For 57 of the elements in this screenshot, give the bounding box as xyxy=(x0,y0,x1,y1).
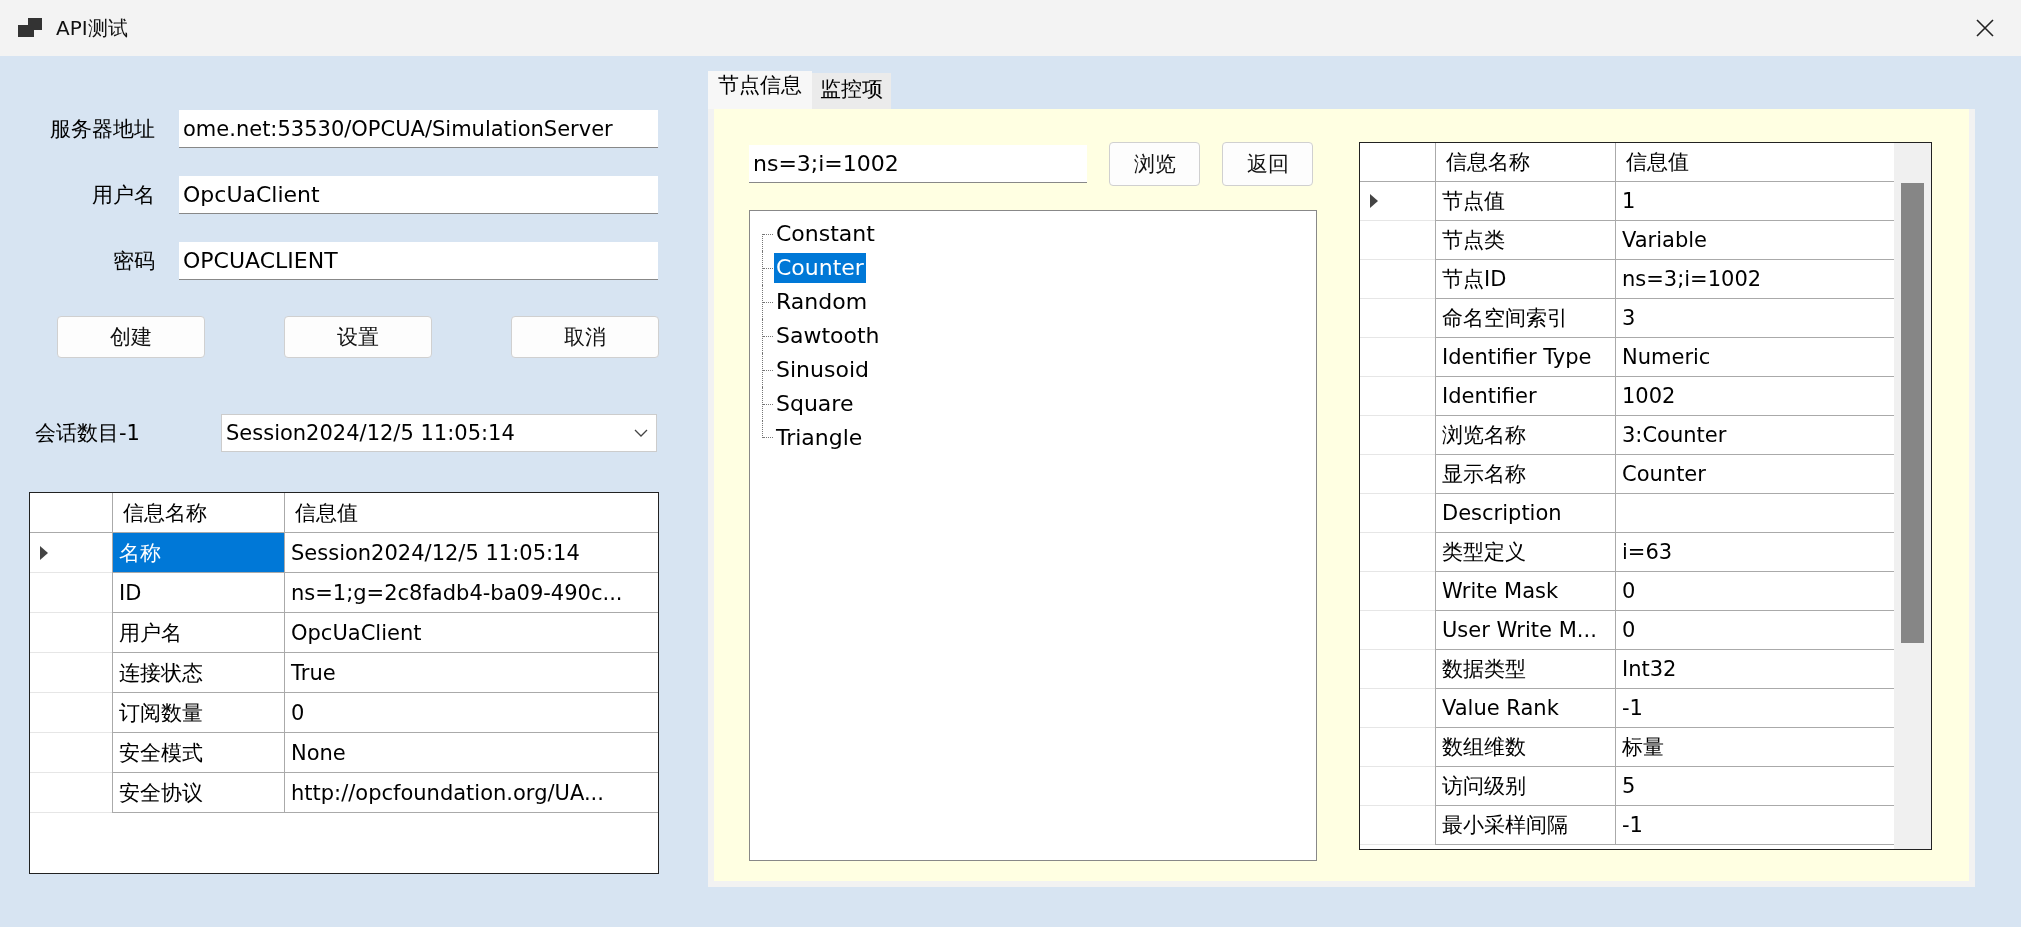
table-cell: ID xyxy=(112,573,284,613)
tab[interactable]: 监控项 xyxy=(812,73,891,109)
tree-item[interactable]: Random xyxy=(774,287,870,317)
table-cell: ns=1;g=2c8fadb4-ba09-490c... xyxy=(284,573,658,613)
action-button[interactable]: 返回 xyxy=(1222,142,1313,186)
table-cell: Identifier Type xyxy=(1435,338,1615,377)
table-cell: OpcUaClient xyxy=(284,613,658,653)
window-title: API测试 xyxy=(56,14,128,42)
table-cell: 安全模式 xyxy=(112,733,284,773)
table-cell: 数据类型 xyxy=(1435,650,1615,689)
action-button[interactable]: 浏览 xyxy=(1109,142,1200,186)
table-cell: 0 xyxy=(284,693,658,733)
table-cell: 节点类 xyxy=(1435,221,1615,260)
table-cell: Identifier xyxy=(1435,377,1615,416)
table-cell: 节点值 xyxy=(1435,182,1615,221)
table-cell: Session2024/12/5 11:05:14 xyxy=(284,533,658,573)
tab[interactable]: 节点信息 xyxy=(708,71,812,109)
column-header[interactable]: 信息值 xyxy=(284,493,658,533)
text-field[interactable]: ome.net:53530/OPCUA/SimulationServer xyxy=(179,110,658,148)
table-cell: True xyxy=(284,653,658,693)
session-dropdown[interactable]: Session2024/12/5 11:05:14 xyxy=(221,414,657,452)
table-cell: 类型定义 xyxy=(1435,533,1615,572)
action-button[interactable]: 取消 xyxy=(511,316,659,358)
table-cell: 名称 xyxy=(112,533,284,573)
field-label: 服务器地址 xyxy=(49,116,155,143)
table-cell: Write Mask xyxy=(1435,572,1615,611)
table-cell: Value Rank xyxy=(1435,689,1615,728)
table-cell: User Write M... xyxy=(1435,611,1615,650)
field-label: 密码 xyxy=(112,248,155,275)
table-cell: 最小采样间隔 xyxy=(1435,806,1615,845)
table-cell: 连接状态 xyxy=(112,653,284,693)
action-button[interactable]: 创建 xyxy=(57,316,205,358)
tree-item[interactable]: Square xyxy=(774,389,856,419)
table-cell: 命名空间索引 xyxy=(1435,299,1615,338)
table-cell: Description xyxy=(1435,494,1615,533)
table-cell: 浏览名称 xyxy=(1435,416,1615,455)
table-cell: 订阅数量 xyxy=(112,693,284,733)
table-cell: 显示名称 xyxy=(1435,455,1615,494)
tree-item[interactable]: Counter xyxy=(774,253,866,283)
tree-item[interactable]: Triangle xyxy=(774,423,865,453)
table-cell: 节点ID xyxy=(1435,260,1615,299)
table-cell: None xyxy=(284,733,658,773)
table-cell: http://opcfoundation.org/UA... xyxy=(284,773,658,813)
tree-item[interactable]: Sawtooth xyxy=(774,321,882,351)
node-id-field[interactable]: ns=3;i=1002 xyxy=(749,145,1087,183)
table-cell: 用户名 xyxy=(112,613,284,653)
session-count-label: 会话数目-1 xyxy=(34,420,141,447)
action-button[interactable]: 设置 xyxy=(284,316,432,358)
column-header[interactable]: 信息名称 xyxy=(1435,143,1615,182)
tree-item[interactable]: Constant xyxy=(774,219,877,249)
table-cell: 数组维数 xyxy=(1435,728,1615,767)
table-cell: 安全协议 xyxy=(112,773,284,813)
tree-item[interactable]: Sinusoid xyxy=(774,355,871,385)
table-cell: 访问级别 xyxy=(1435,767,1615,806)
text-field[interactable]: OpcUaClient xyxy=(179,176,658,214)
field-label: 用户名 xyxy=(91,182,155,209)
text-field[interactable]: OPCUACLIENT xyxy=(179,242,658,280)
